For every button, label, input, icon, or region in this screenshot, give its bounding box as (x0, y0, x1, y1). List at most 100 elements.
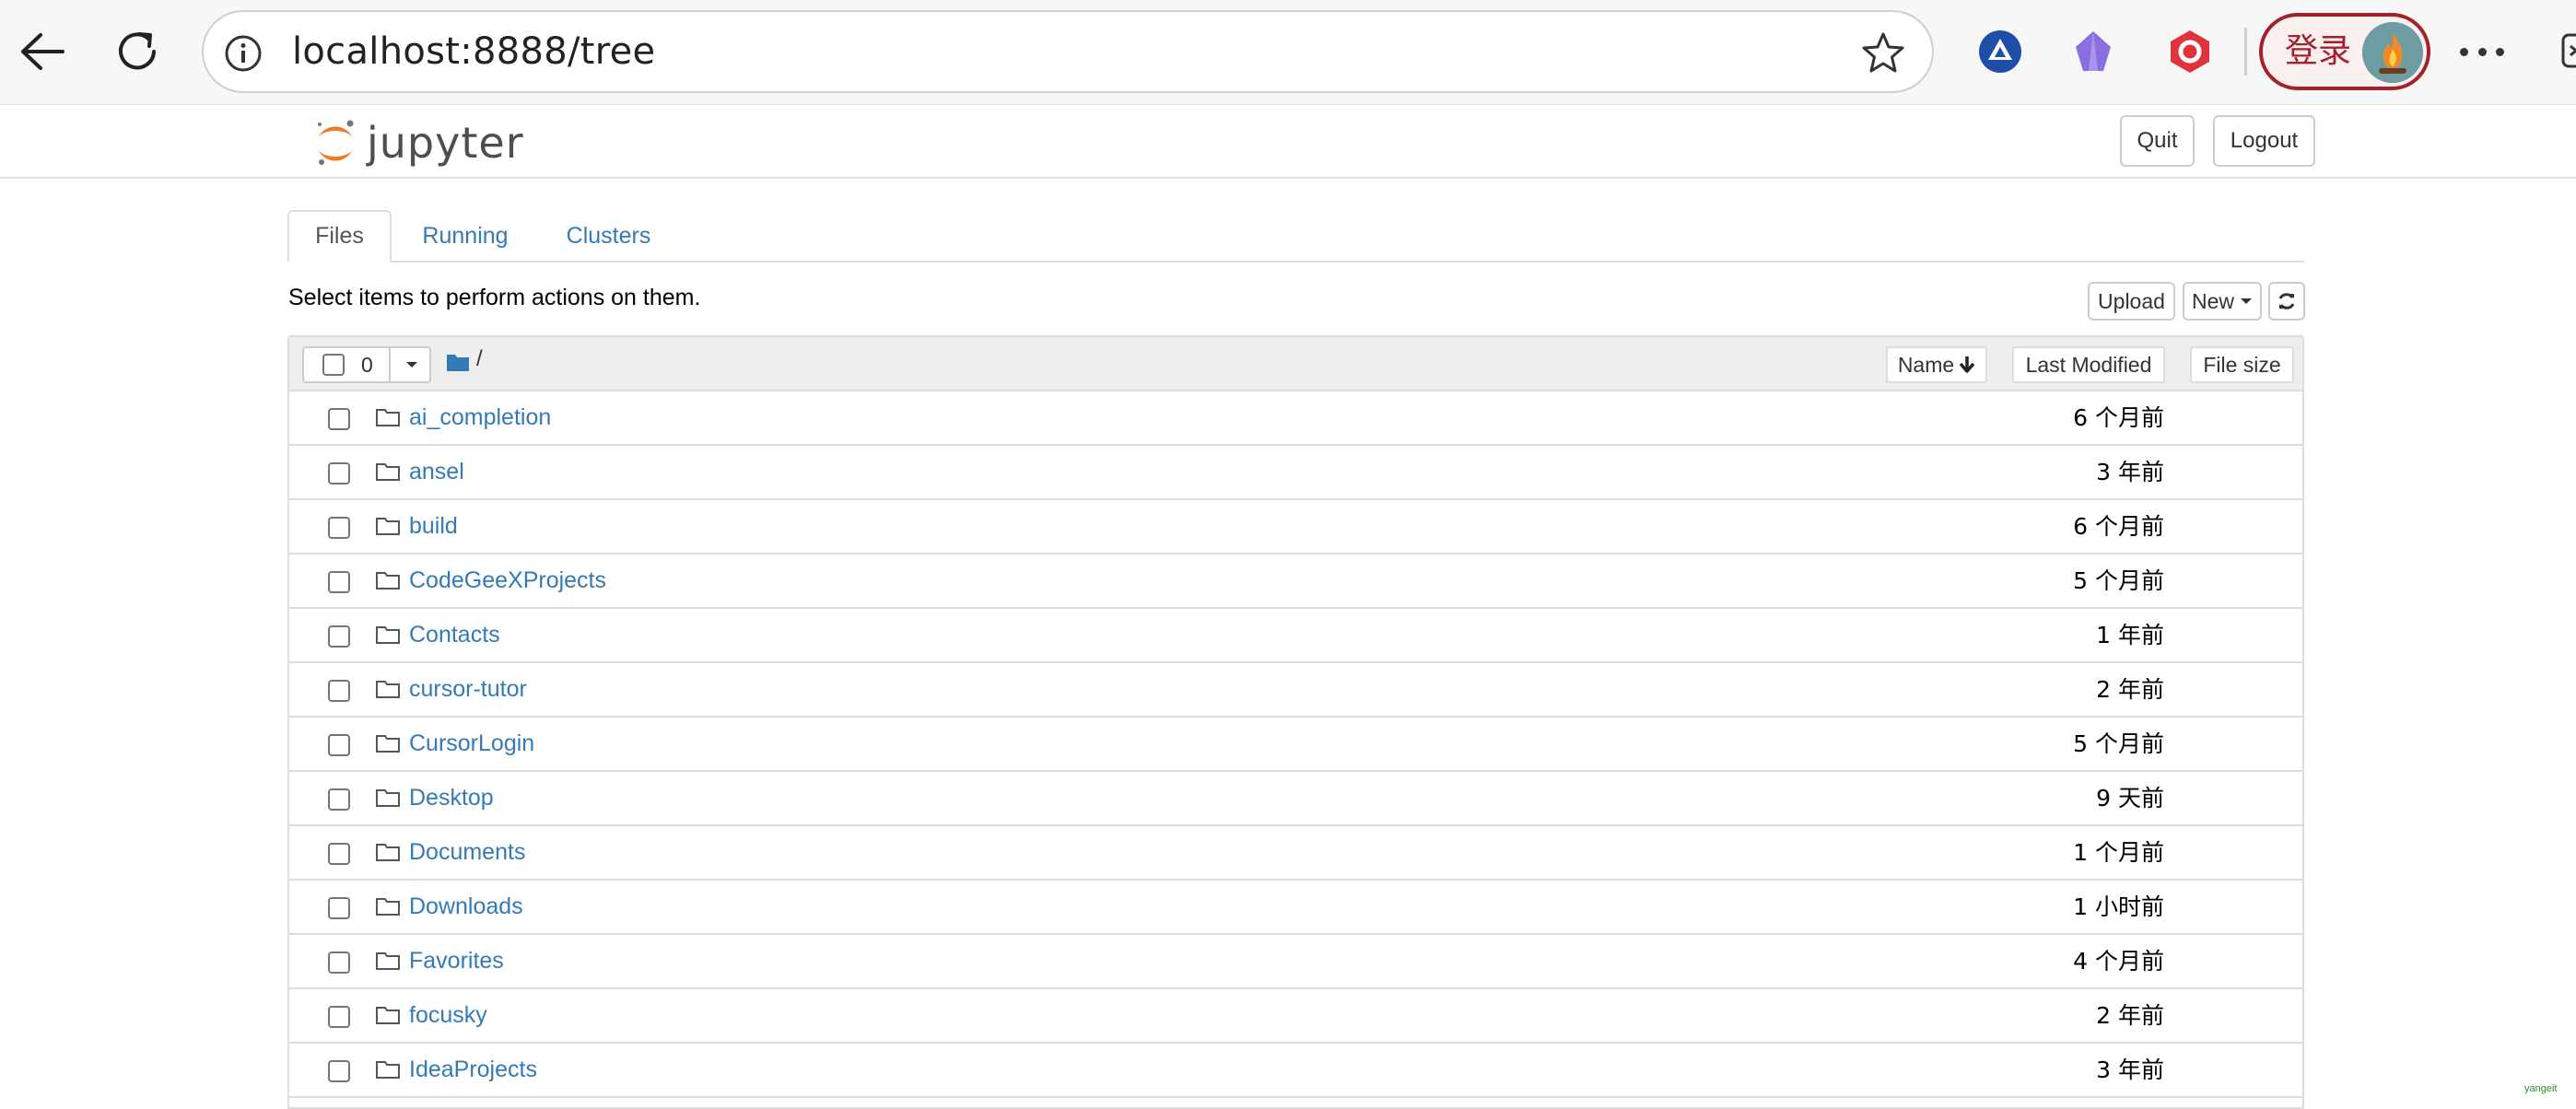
sort-by-name-button[interactable]: Name (1886, 346, 1987, 383)
folder-icon (376, 735, 400, 753)
last-modified: 3 年前 (2096, 459, 2164, 485)
reload-button[interactable] (106, 20, 169, 83)
file-row[interactable]: CursorLogin 5 个月前 (289, 718, 2302, 772)
row-checkbox[interactable] (328, 680, 350, 702)
folder-icon (376, 572, 400, 590)
jupyter-logo-text: jupyter (367, 118, 524, 168)
file-list: 0 / Name Last Modified File size ai_comp… (287, 335, 2304, 1109)
address-bar[interactable]: localhost:8888/tree (202, 10, 1934, 93)
jupyter-header: jupyter Quit Logout (0, 104, 2576, 179)
file-row[interactable]: ansel 3 年前 (289, 446, 2302, 500)
file-row[interactable]: Downloads 1 小时前 (289, 881, 2302, 935)
folder-icon (376, 844, 400, 861)
extension-1-icon[interactable] (1974, 26, 2026, 77)
file-name-link[interactable]: CodeGeeXProjects (409, 554, 606, 607)
site-info-icon[interactable] (224, 34, 263, 73)
extension-2-logo (2076, 31, 2111, 71)
login-button[interactable]: 登录 (2259, 13, 2430, 90)
file-name-link[interactable]: Contacts (409, 609, 500, 661)
last-modified: 1 年前 (2096, 622, 2164, 648)
row-checkbox[interactable] (328, 462, 350, 484)
browser-toolbar: localhost:8888/tree 登录 (0, 0, 2576, 104)
refresh-button[interactable] (2268, 282, 2305, 321)
extension-2-icon[interactable] (2067, 26, 2119, 77)
last-modified: 5 个月前 (2073, 567, 2164, 594)
jupyter-logo[interactable]: jupyter (313, 114, 523, 171)
file-row[interactable]: CodeGeeXProjects 5 个月前 (289, 554, 2302, 609)
folder-icon (376, 681, 400, 698)
file-list-header: 0 / Name Last Modified File size (289, 337, 2302, 391)
file-row[interactable]: Documents 1 个月前 (289, 826, 2302, 881)
favorite-star-icon[interactable] (1860, 30, 1906, 76)
refresh-icon (2278, 293, 2295, 309)
login-label: 登录 (2285, 32, 2352, 70)
folder-icon (376, 463, 400, 481)
row-checkbox[interactable] (328, 897, 350, 919)
row-checkbox[interactable] (328, 951, 350, 974)
file-row[interactable]: build 6 个月前 (289, 500, 2302, 554)
folder-icon (376, 1007, 400, 1024)
extension-3-icon[interactable] (2164, 26, 2216, 77)
last-modified: 4 个月前 (2073, 948, 2164, 975)
tab-running[interactable]: Running (408, 210, 522, 263)
select-all-checkbox[interactable] (322, 354, 345, 376)
file-name-link[interactable]: IdeaProjects (409, 1044, 537, 1096)
folder-icon (376, 518, 400, 535)
caret-down-icon (406, 362, 417, 368)
file-name-link[interactable]: Desktop (409, 772, 494, 824)
folder-icon (376, 898, 400, 916)
row-checkbox[interactable] (328, 571, 350, 593)
last-modified: 3 年前 (2096, 1056, 2164, 1083)
row-checkbox[interactable] (328, 1060, 350, 1082)
profile-avatar (2362, 22, 2423, 83)
row-checkbox[interactable] (328, 788, 350, 811)
extension-3-logo (2171, 30, 2209, 73)
tab-clusters[interactable]: Clusters (553, 210, 664, 263)
sidebar-toggle-icon[interactable] (2558, 28, 2576, 74)
folder-icon (376, 409, 400, 426)
name-column-label: Name (1897, 352, 1955, 377)
file-row[interactable]: cursor-tutor 2 年前 (289, 663, 2302, 718)
quit-button[interactable]: Quit (2120, 115, 2195, 167)
file-name-link[interactable]: Favorites (409, 935, 504, 987)
extension-1-logo (1979, 30, 2021, 73)
more-options-icon[interactable] (2460, 33, 2504, 70)
url-text[interactable]: localhost:8888/tree (292, 12, 655, 91)
new-dropdown-button[interactable]: New (2183, 282, 2262, 321)
breadcrumb-root[interactable]: / (476, 346, 483, 372)
sort-by-last-modified-button[interactable]: Last Modified (2012, 346, 2165, 383)
logout-button[interactable]: Logout (2213, 115, 2315, 167)
file-row[interactable]: IdeaProjects 3 年前 (289, 1044, 2302, 1098)
folder-icon (376, 626, 400, 644)
row-checkbox[interactable] (328, 408, 350, 430)
folder-open-icon[interactable] (446, 352, 470, 372)
file-row[interactable]: focusky 2 年前 (289, 989, 2302, 1044)
file-row[interactable]: Desktop 9 天前 (289, 772, 2302, 826)
back-button[interactable] (11, 20, 74, 83)
file-name-link[interactable]: build (409, 500, 458, 553)
back-arrow-icon (21, 33, 64, 70)
row-checkbox[interactable] (328, 843, 350, 865)
selection-dropdown-button[interactable] (389, 348, 433, 381)
select-all-group: 0 (302, 346, 431, 383)
file-name-link[interactable]: ai_completion (409, 391, 551, 444)
last-modified: 2 年前 (2096, 1002, 2164, 1029)
file-name-link[interactable]: focusky (409, 989, 487, 1042)
file-name-link[interactable]: CursorLogin (409, 718, 534, 770)
last-modified: 2 年前 (2096, 676, 2164, 703)
file-name-link[interactable]: ansel (409, 446, 464, 498)
file-row[interactable]: ai_completion 6 个月前 (289, 391, 2302, 446)
row-checkbox[interactable] (328, 517, 350, 539)
row-checkbox[interactable] (328, 1006, 350, 1028)
row-checkbox[interactable] (328, 734, 350, 756)
file-name-link[interactable]: cursor-tutor (409, 663, 527, 716)
sort-by-file-size-button[interactable]: File size (2190, 346, 2294, 383)
row-checkbox[interactable] (328, 625, 350, 648)
file-name-link[interactable]: Documents (409, 826, 525, 879)
file-row[interactable]: Contacts 1 年前 (289, 609, 2302, 663)
file-row[interactable]: Favorites 4 个月前 (289, 935, 2302, 989)
file-name-link[interactable]: Downloads (409, 881, 523, 933)
reload-icon (119, 32, 156, 70)
upload-button[interactable]: Upload (2088, 282, 2175, 321)
tab-files[interactable]: Files (287, 210, 392, 263)
